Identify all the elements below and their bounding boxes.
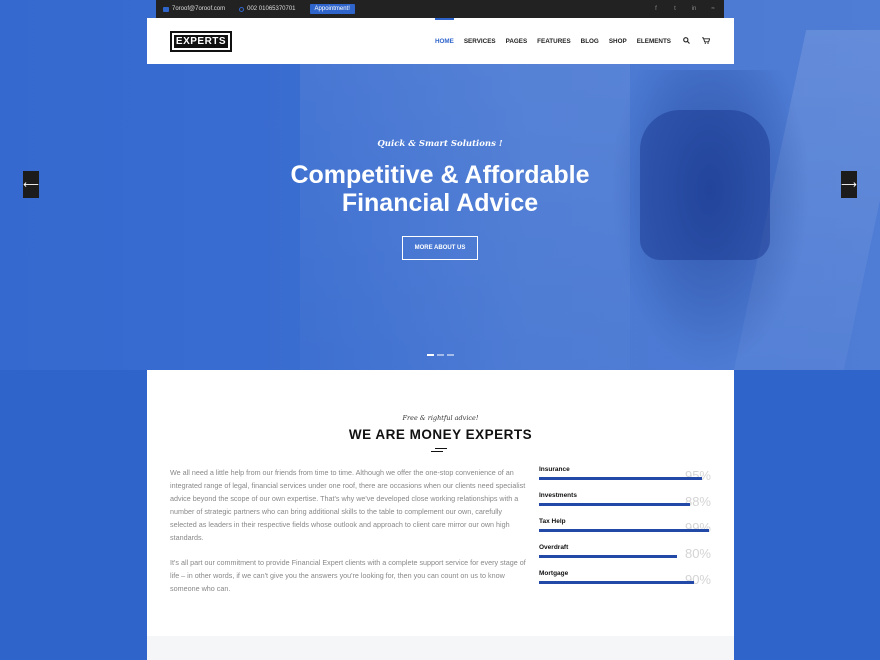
- rss-icon[interactable]: ≈: [710, 6, 716, 12]
- twitter-icon[interactable]: t: [672, 6, 678, 12]
- skills-list: Insurance 95% Investments 88% Tax Help 9…: [539, 466, 711, 596]
- arrow-left-icon: ⟵: [23, 179, 39, 191]
- about-paragraph-1: We all need a little help from our frien…: [170, 468, 526, 542]
- slider-dot-3[interactable]: [447, 354, 454, 356]
- slider-dot-2[interactable]: [437, 354, 444, 356]
- skill-insurance: Insurance 95%: [539, 466, 711, 492]
- skill-label: Mortgage: [539, 570, 569, 577]
- skill-track: [539, 503, 711, 506]
- logo[interactable]: EXPERTS: [170, 31, 232, 52]
- hero-eyebrow: Quick & Smart Solutions !: [377, 139, 503, 149]
- skill-label: Insurance: [539, 466, 570, 473]
- section-tagline: Free & rightful advice!: [402, 414, 479, 422]
- phone-icon: [239, 6, 245, 12]
- slider-dots: [427, 354, 457, 356]
- skill-investments: Investments 88%: [539, 492, 711, 518]
- linkedin-icon[interactable]: in: [691, 6, 697, 12]
- phone-text: 002 01065370701: [247, 6, 296, 12]
- hero-headline: Competitive & Affordable Financial Advic…: [0, 161, 880, 217]
- nav-item-pages[interactable]: PAGES: [506, 18, 528, 64]
- nav-item-home[interactable]: HOME: [434, 18, 454, 64]
- slider-prev-button[interactable]: ⟵: [23, 171, 39, 198]
- skill-track: [539, 529, 711, 532]
- nav-item-blog[interactable]: BLOG: [581, 18, 599, 64]
- skill-label: Investments: [539, 492, 577, 499]
- section-title: WE ARE MONEY EXPERTS: [348, 427, 533, 442]
- skill-bar: [539, 477, 703, 480]
- skill-bar: [539, 503, 691, 506]
- nav-item-elements[interactable]: ELEMENTS: [637, 18, 671, 64]
- next-section-strip: [147, 636, 734, 660]
- skill-track: [539, 555, 711, 558]
- envelope-icon: [163, 6, 169, 12]
- logo-text: EXPERTS: [174, 35, 228, 48]
- hero-headline-line1: Competitive & Affordable: [290, 161, 590, 189]
- skill-overdraft: Overdraft 80%: [539, 544, 711, 570]
- skill-track: [539, 477, 711, 480]
- nav-item-services[interactable]: SERVICES: [464, 18, 496, 64]
- slider-dot-1[interactable]: [427, 354, 434, 356]
- hero-headline-line2: Financial Advice: [341, 189, 539, 217]
- phone-link[interactable]: 002 01065370701: [239, 6, 296, 12]
- slider-next-button[interactable]: ⟶: [841, 171, 857, 198]
- skill-percent: 95%: [684, 468, 711, 483]
- skill-label: Tax Help: [539, 518, 566, 525]
- skill-tax-help: Tax Help 99%: [539, 518, 711, 544]
- more-about-us-button[interactable]: MORE ABOUT US: [402, 236, 478, 260]
- title-divider: [435, 448, 447, 449]
- skill-bar: [539, 529, 710, 532]
- title-divider-2: [431, 451, 443, 452]
- skill-label: Overdraft: [539, 544, 569, 551]
- skill-track: [539, 581, 711, 584]
- skill-percent: 80%: [684, 546, 711, 561]
- skill-bar: [539, 581, 694, 584]
- arrow-right-icon: ⟶: [841, 179, 857, 191]
- skill-bar: [539, 555, 677, 558]
- appointment-button[interactable]: Appointment!: [309, 4, 355, 14]
- skill-percent: 99%: [684, 520, 711, 535]
- site-header: EXPERTS HOME SERVICES PAGES FEATURES BLO…: [147, 18, 734, 64]
- social-links: f t in ≈: [640, 0, 716, 18]
- skill-percent: 88%: [684, 494, 711, 509]
- cart-icon[interactable]: [702, 36, 711, 46]
- main-nav: HOME SERVICES PAGES FEATURES BLOG SHOP E…: [425, 18, 711, 64]
- nav-item-features[interactable]: FEATURES: [537, 18, 570, 64]
- skill-percent: 90%: [684, 572, 711, 587]
- about-section: Free & rightful advice! WE ARE MONEY EXP…: [147, 370, 734, 660]
- about-paragraph-2: It's all part our commitment to provide …: [170, 558, 526, 593]
- email-link[interactable]: 7oroof@7oroof.com: [163, 6, 225, 12]
- search-icon[interactable]: [683, 36, 690, 46]
- email-text: 7oroof@7oroof.com: [172, 6, 226, 12]
- nav-item-shop[interactable]: SHOP: [609, 18, 627, 64]
- skill-mortgage: Mortgage 90%: [539, 570, 711, 596]
- top-bar: 7oroof@7oroof.com 002 01065370701 Appoin…: [156, 0, 724, 18]
- facebook-icon[interactable]: f: [653, 6, 659, 12]
